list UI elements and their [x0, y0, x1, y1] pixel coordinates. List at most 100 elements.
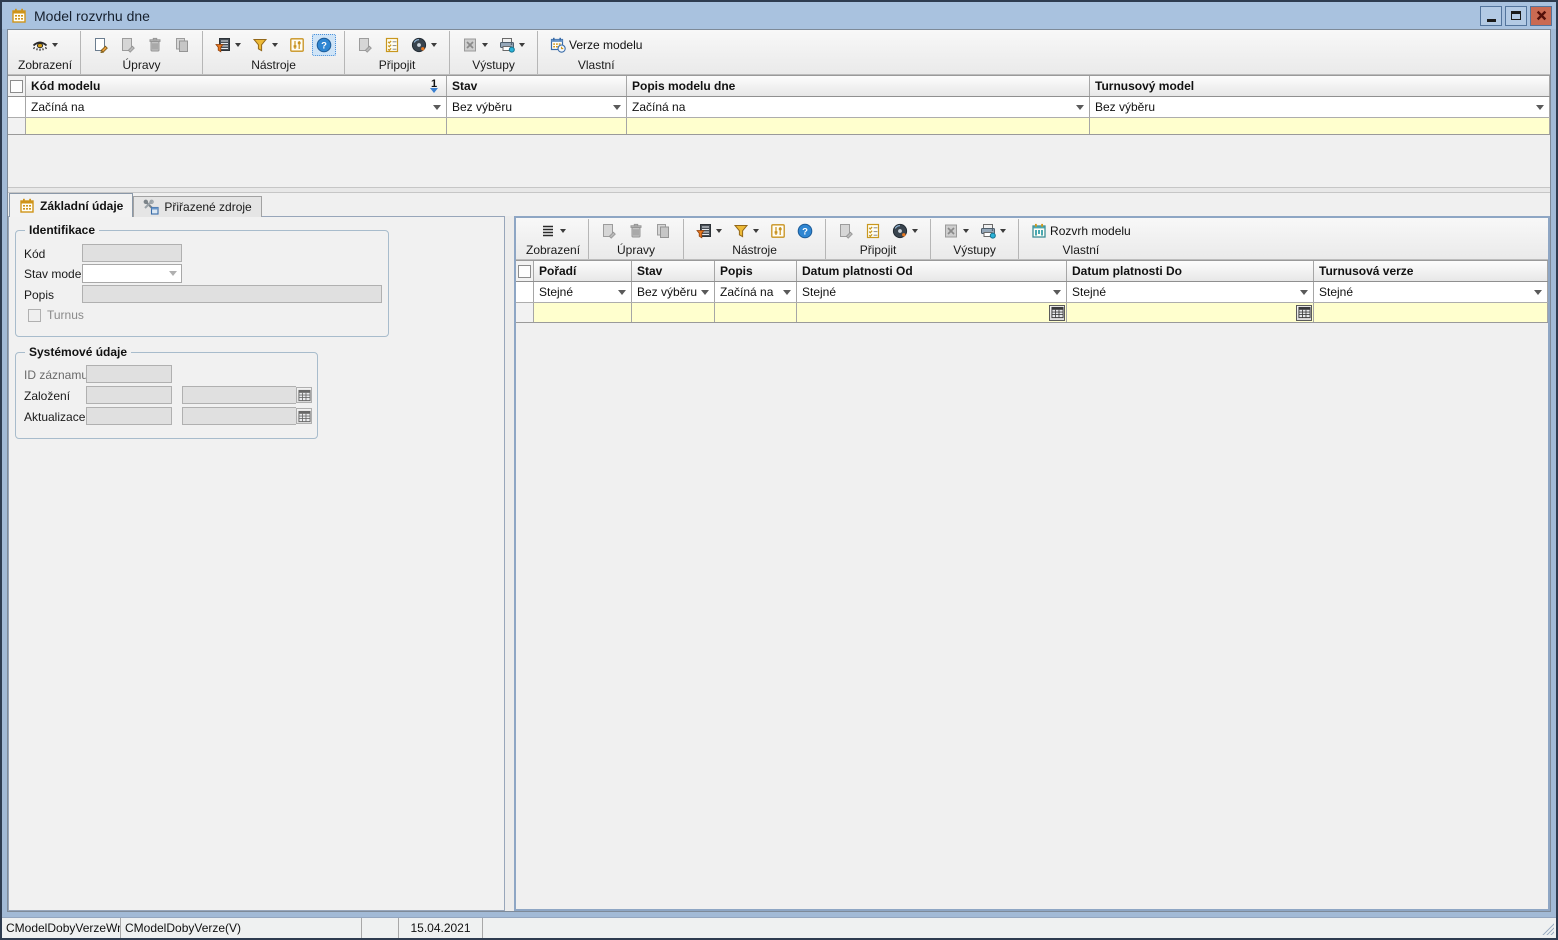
verze-modelu-label: Verze modelu: [569, 38, 642, 52]
excel-icon: [943, 223, 959, 239]
filter-input-datum-od[interactable]: [797, 303, 1067, 322]
filter-input-stav[interactable]: [447, 118, 627, 134]
toolbar-group-label-nastroje: Nástroje: [251, 57, 296, 74]
print-button[interactable]: [976, 220, 1010, 242]
filter-operator-turnusova-verze[interactable]: Stejné: [1314, 282, 1548, 302]
chevron-down-icon: [753, 229, 759, 233]
vertical-splitter[interactable]: [505, 216, 514, 911]
filter-input-stav[interactable]: [632, 303, 715, 322]
verze-modelu-button[interactable]: Verze modelu: [546, 34, 646, 56]
tab-prirazene-zdroje[interactable]: Přiřazené zdroje: [133, 196, 261, 217]
column-header-turnusova-verze[interactable]: Turnusová verze: [1314, 261, 1548, 281]
toolbar-group-label-vystupy: Výstupy: [953, 242, 996, 259]
filter-panel-button[interactable]: [692, 220, 726, 242]
toolbar-group-label-pripojit: Připojit: [379, 57, 416, 74]
filter-operator-datum-od[interactable]: Stejné: [797, 282, 1067, 302]
close-icon: [1536, 10, 1547, 21]
attach-icon: [838, 223, 854, 239]
filter-input-poradi[interactable]: [534, 303, 632, 322]
filter-button[interactable]: [729, 220, 763, 242]
export-disc-button[interactable]: [888, 220, 922, 242]
status-bar: CModelDobyVerzeWrapp CModelDobyVerze(V) …: [2, 917, 1556, 938]
kod-label: Kód: [24, 247, 45, 261]
toolbar-group-pripojit: Připojit: [345, 31, 450, 74]
filter-operator-popis[interactable]: Začíná na: [715, 282, 797, 302]
checklist-button[interactable]: [380, 34, 404, 56]
edit-record-icon: [120, 37, 136, 53]
column-header-datum-do[interactable]: Datum platnosti Do: [1067, 261, 1314, 281]
view-menu-button[interactable]: [28, 34, 62, 56]
filter-input-popis-modelu-dne[interactable]: [627, 118, 1090, 134]
date-picker-button[interactable]: [1296, 305, 1312, 321]
chevron-down-icon: [716, 229, 722, 233]
new-record-button[interactable]: [89, 34, 113, 56]
filter-input-kod-modelu[interactable]: [26, 118, 447, 134]
print-button[interactable]: [495, 34, 529, 56]
column-header-popis[interactable]: Popis: [715, 261, 797, 281]
rozvrh-modelu-button[interactable]: Rozvrh modelu: [1027, 220, 1135, 242]
excel-export-button: [939, 220, 973, 242]
mini-calendar-icon: [298, 410, 311, 423]
kod-field: [82, 244, 182, 262]
filter-operator-stav[interactable]: Bez výběru: [447, 97, 627, 117]
toolbar-group-label-upravy: Úpravy: [123, 57, 161, 74]
tab-zakladni-udaje[interactable]: Základní údaje: [9, 193, 133, 217]
filter-operator-stav[interactable]: Bez výběru: [632, 282, 715, 302]
copy-record-button: [651, 220, 675, 242]
help-button[interactable]: [312, 34, 336, 56]
printer-icon: [980, 223, 996, 239]
column-header-stav[interactable]: Stav: [632, 261, 715, 281]
date-picker-button[interactable]: [1049, 305, 1065, 321]
window-controls: [1480, 6, 1552, 26]
chevron-down-icon: [912, 229, 918, 233]
column-header-kod-modelu[interactable]: Kód modelu 1: [26, 76, 447, 96]
filter-operator-popis-modelu-dne[interactable]: Začíná na: [627, 97, 1090, 117]
filter-input-turnusovy-model[interactable]: [1090, 118, 1550, 134]
filter-operator-turnusovy-model[interactable]: Bez výběru: [1090, 97, 1550, 117]
maximize-button[interactable]: [1505, 6, 1527, 26]
filter-panel-button[interactable]: [211, 34, 245, 56]
filter-operator-kod-modelu[interactable]: Začíná na: [26, 97, 447, 117]
toolbar-group-zobrazeni: Zobrazení: [10, 31, 81, 74]
filter-operator-datum-do[interactable]: Stejné: [1067, 282, 1314, 302]
excel-icon: [462, 37, 478, 53]
column-header-popis-modelu-dne[interactable]: Popis modelu dne: [627, 76, 1090, 96]
app-icon: [11, 8, 27, 24]
rozvrh-modelu-label: Rozvrh modelu: [1050, 224, 1131, 238]
select-all-checkbox[interactable]: [518, 265, 531, 278]
client-area: Zobrazení Úpravy: [7, 29, 1551, 912]
filter-input-datum-do[interactable]: [1067, 303, 1314, 322]
checklist-icon: [865, 223, 881, 239]
minimize-button[interactable]: [1480, 6, 1502, 26]
filter-button[interactable]: [248, 34, 282, 56]
funnel-icon: [733, 223, 749, 239]
aktualizace-user-field: [86, 407, 172, 425]
close-button[interactable]: [1530, 6, 1552, 26]
toolbar-group-label-nastroje: Nástroje: [732, 242, 777, 259]
view-menu-button[interactable]: [536, 220, 570, 242]
settings-button[interactable]: [766, 220, 790, 242]
chevron-down-icon: [52, 43, 58, 47]
model-filter-grid: Kód modelu 1 Stav Popis modelu dne Turnu…: [8, 75, 1550, 187]
resize-grip[interactable]: [1540, 921, 1554, 935]
column-header-turnusovy-model[interactable]: Turnusový model: [1090, 76, 1550, 96]
filter-input-popis[interactable]: [715, 303, 797, 322]
settings-button[interactable]: [285, 34, 309, 56]
help-button[interactable]: [793, 220, 817, 242]
chevron-down-icon: [1534, 290, 1542, 295]
copy-record-button: [170, 34, 194, 56]
checklist-button[interactable]: [861, 220, 885, 242]
stav-modelu-combo[interactable]: [82, 264, 182, 283]
chevron-down-icon: [431, 43, 437, 47]
aktualizace-date-field: [182, 407, 312, 425]
export-disc-button[interactable]: [407, 34, 441, 56]
toolbar-group-label-upravy: Úpravy: [617, 242, 655, 259]
column-header-stav[interactable]: Stav: [447, 76, 627, 96]
filter-input-turnusova-verze[interactable]: [1314, 303, 1548, 322]
copy-record-icon: [655, 223, 671, 239]
help-icon: [797, 223, 813, 239]
filter-operator-poradi[interactable]: Stejné: [534, 282, 632, 302]
column-header-poradi[interactable]: Pořadí: [534, 261, 632, 281]
column-header-datum-od[interactable]: Datum platnosti Od: [797, 261, 1067, 281]
select-all-checkbox[interactable]: [10, 80, 23, 93]
